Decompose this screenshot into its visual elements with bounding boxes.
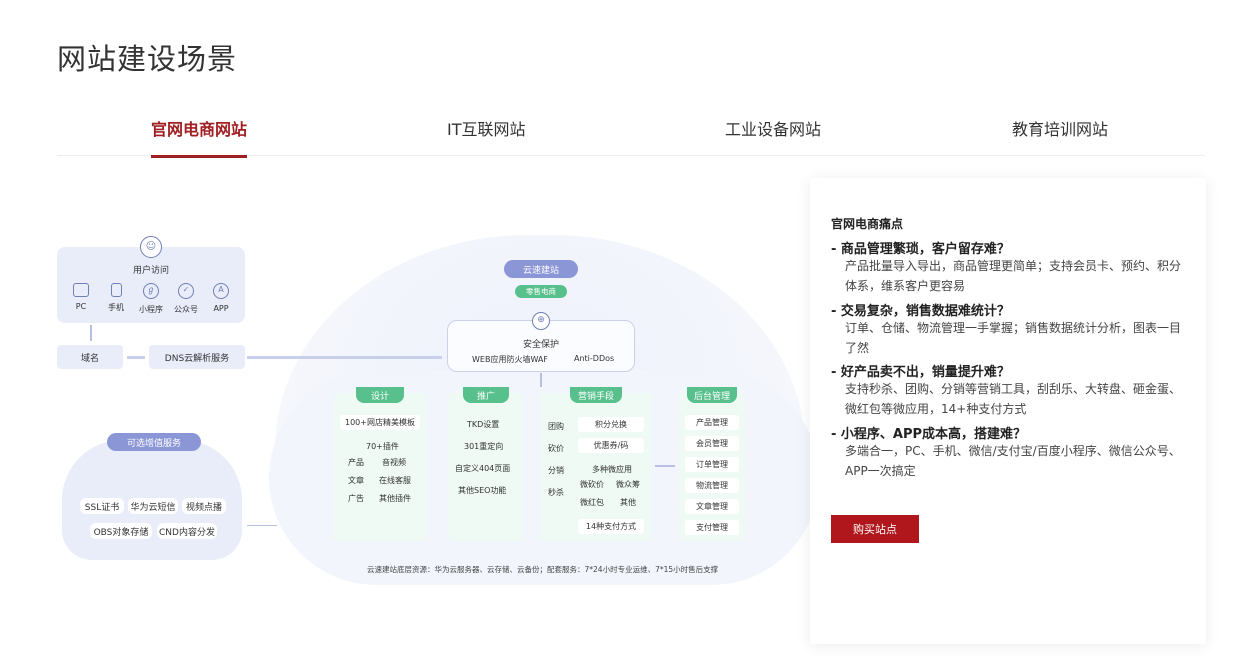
column-design: 设计 100+网店精美模板 70+插件 产品 音视频 文章 在线客服 广告 其他… [334,387,426,541]
architecture-diagram: ☺ 用户访问 PC 手机 ℊ 小程序 ✓ 公众号 A APP 域名 DNS云解析服务 … [57,225,819,595]
buy-site-button[interactable]: 购买站点 [831,515,919,543]
page-title: 网站建设场景 [57,42,238,76]
access-pc: PC [66,283,96,311]
arrow-addon [247,525,277,526]
tab-ecommerce[interactable]: 官网电商网站 [151,116,248,158]
pain-point-desc: 产品批量导入导出，商品管理更简单；支持会员卡、预约、积分体系，维系客户更容易 [845,259,1182,293]
pain-point-title: - 商品管理繁琐，客户留存难？ [831,242,1010,257]
pain-point-title: - 好产品卖不出，销量提升难？ [831,365,1010,380]
micro-app: 其他 [620,498,636,507]
admin-item: 物流管理 [685,478,739,493]
addon-services: 可选增值服务 SSL证书 华为云短信 视频点播 OBS对象存储 CND内容分发 [62,433,242,560]
pain-points-card: 官网电商痛点 - 商品管理繁琐，客户留存难？ 产品批量导入导出，商品管理更简单；… [810,178,1206,644]
column-marketing-head: 营销手段 [570,387,622,403]
promo-item: 301重定向 [464,442,504,451]
micro-app: 微红包 [580,498,604,507]
column-admin: 后台管理 产品管理 会员管理 订单管理 物流管理 文章管理 支付管理 [679,387,745,541]
admin-item: 订单管理 [685,457,739,472]
pain-point-desc: 支持秒杀、团购、分销等营销工具，刮刮乐、大转盘、砸金蛋、微红包等微应用，14+种… [845,382,1182,416]
shield-icon: ⊕ [532,312,550,330]
column-promo: 推广 TKD设置 301重定向 自定义404页面 其他SEO功能 [449,387,523,541]
card-title: 官网电商痛点 [831,217,904,231]
access-miniprogram: ℊ 小程序 [139,283,163,314]
access-official-account: ✓ 公众号 [174,283,198,314]
access-mobile: 手机 [101,283,131,313]
monitor-icon [73,283,89,297]
promo-item: 其他SEO功能 [458,486,507,495]
marketing-coupon: 优惠券/码 [578,438,644,453]
user-icon: ☺ [140,236,162,258]
plugin-item: 在线客服 [379,476,411,485]
addon-ssl: SSL证书 [80,498,124,514]
miniprogram-icon: ℊ [143,283,159,299]
plugin-item: 广告 [348,494,364,503]
tab-education[interactable]: 教育培训网站 [1012,116,1108,140]
security-panel: ⊕ 安全保护 WEB应用防火墙WAF Anti-DDos [447,312,635,372]
access-app: A APP [213,283,229,313]
marketing-item: 分销 [548,466,564,475]
connector [90,325,92,341]
dns-box: DNS云解析服务 [149,345,245,369]
plugins-title: 70+插件 [366,442,399,451]
marketing-item: 秒杀 [548,488,564,497]
marketing-points: 积分兑换 [578,417,644,432]
tab-it-internet[interactable]: IT互联网站 [447,116,526,140]
plugin-item: 音视频 [382,458,406,467]
addon-obs: OBS对象存储 [90,523,152,539]
cloud-sub-label: 零售电商 [515,285,567,298]
column-marketing: 营销手段 团购 砍价 分销 秒杀 积分兑换 优惠券/码 多种微应用 微砍价 微众… [540,387,652,541]
addon-video: 视频点播 [182,498,226,514]
security-ddos: Anti-DDos [574,354,615,363]
app-icon: A [213,283,229,299]
connector [540,373,542,387]
admin-item: 支付管理 [685,520,739,535]
pain-point-desc: 订单、仓储、物流管理一手掌握；销售数据统计分析，图表一目了然 [845,321,1182,355]
check-badge-icon: ✓ [178,283,194,299]
phone-icon [110,283,122,297]
admin-item: 会员管理 [685,436,739,451]
arrow-dns-cloud [247,356,442,359]
plugin-item: 其他插件 [379,494,411,503]
marketing-item: 团购 [548,422,564,431]
plugin-item: 文章 [348,476,364,485]
pain-point-desc: 多端合一，PC、手机、微信/支付宝/百度小程序、微信公众号、APP一次搞定 [845,444,1181,478]
marketing-pay: 14种支付方式 [578,519,644,534]
micro-app: 微砍价 [580,480,604,489]
pain-point-title: - 交易复杂，销售数据难统计？ [831,304,1010,319]
promo-item: TKD设置 [467,420,500,429]
column-admin-head: 后台管理 [687,387,737,403]
domain-box: 域名 [57,345,123,369]
user-access-label: 用户访问 [132,266,169,276]
user-access-panel: ☺ 用户访问 PC 手机 ℊ 小程序 ✓ 公众号 A APP [57,236,245,323]
design-template: 100+网店精美模板 [340,415,420,430]
multi-app-title: 多种微应用 [592,465,632,474]
addon-title: 可选增值服务 [107,433,201,451]
admin-item: 产品管理 [685,415,739,430]
column-promo-head: 推广 [463,387,509,403]
promo-item: 自定义404页面 [455,464,511,473]
column-design-head: 设计 [356,387,404,403]
plugin-item: 产品 [348,458,364,467]
addon-cdn: CND内容分发 [157,523,217,539]
marketing-item: 砍价 [548,444,564,453]
scenario-tabs: 官网电商网站 IT互联网站 工业设备网站 教育培训网站 [57,96,1205,158]
arrow-to-admin [655,465,675,467]
tab-industrial[interactable]: 工业设备网站 [725,116,821,140]
admin-item: 文章管理 [685,499,739,514]
arrow-domain-dns [127,356,145,359]
bottom-note: 云速建站底层资源：华为云服务器、云存储、云备份；配套服务：7*24小时专业运维、… [367,565,719,574]
pain-point-title: - 小程序、APP成本高，搭建难？ [831,427,1027,442]
micro-app: 微众筹 [616,480,640,489]
addon-sms: 华为云短信 [128,498,178,514]
security-title: 安全保护 [522,340,559,350]
security-waf: WEB应用防火墙WAF [472,355,548,364]
cloud-label: 云速建站 [504,260,578,278]
